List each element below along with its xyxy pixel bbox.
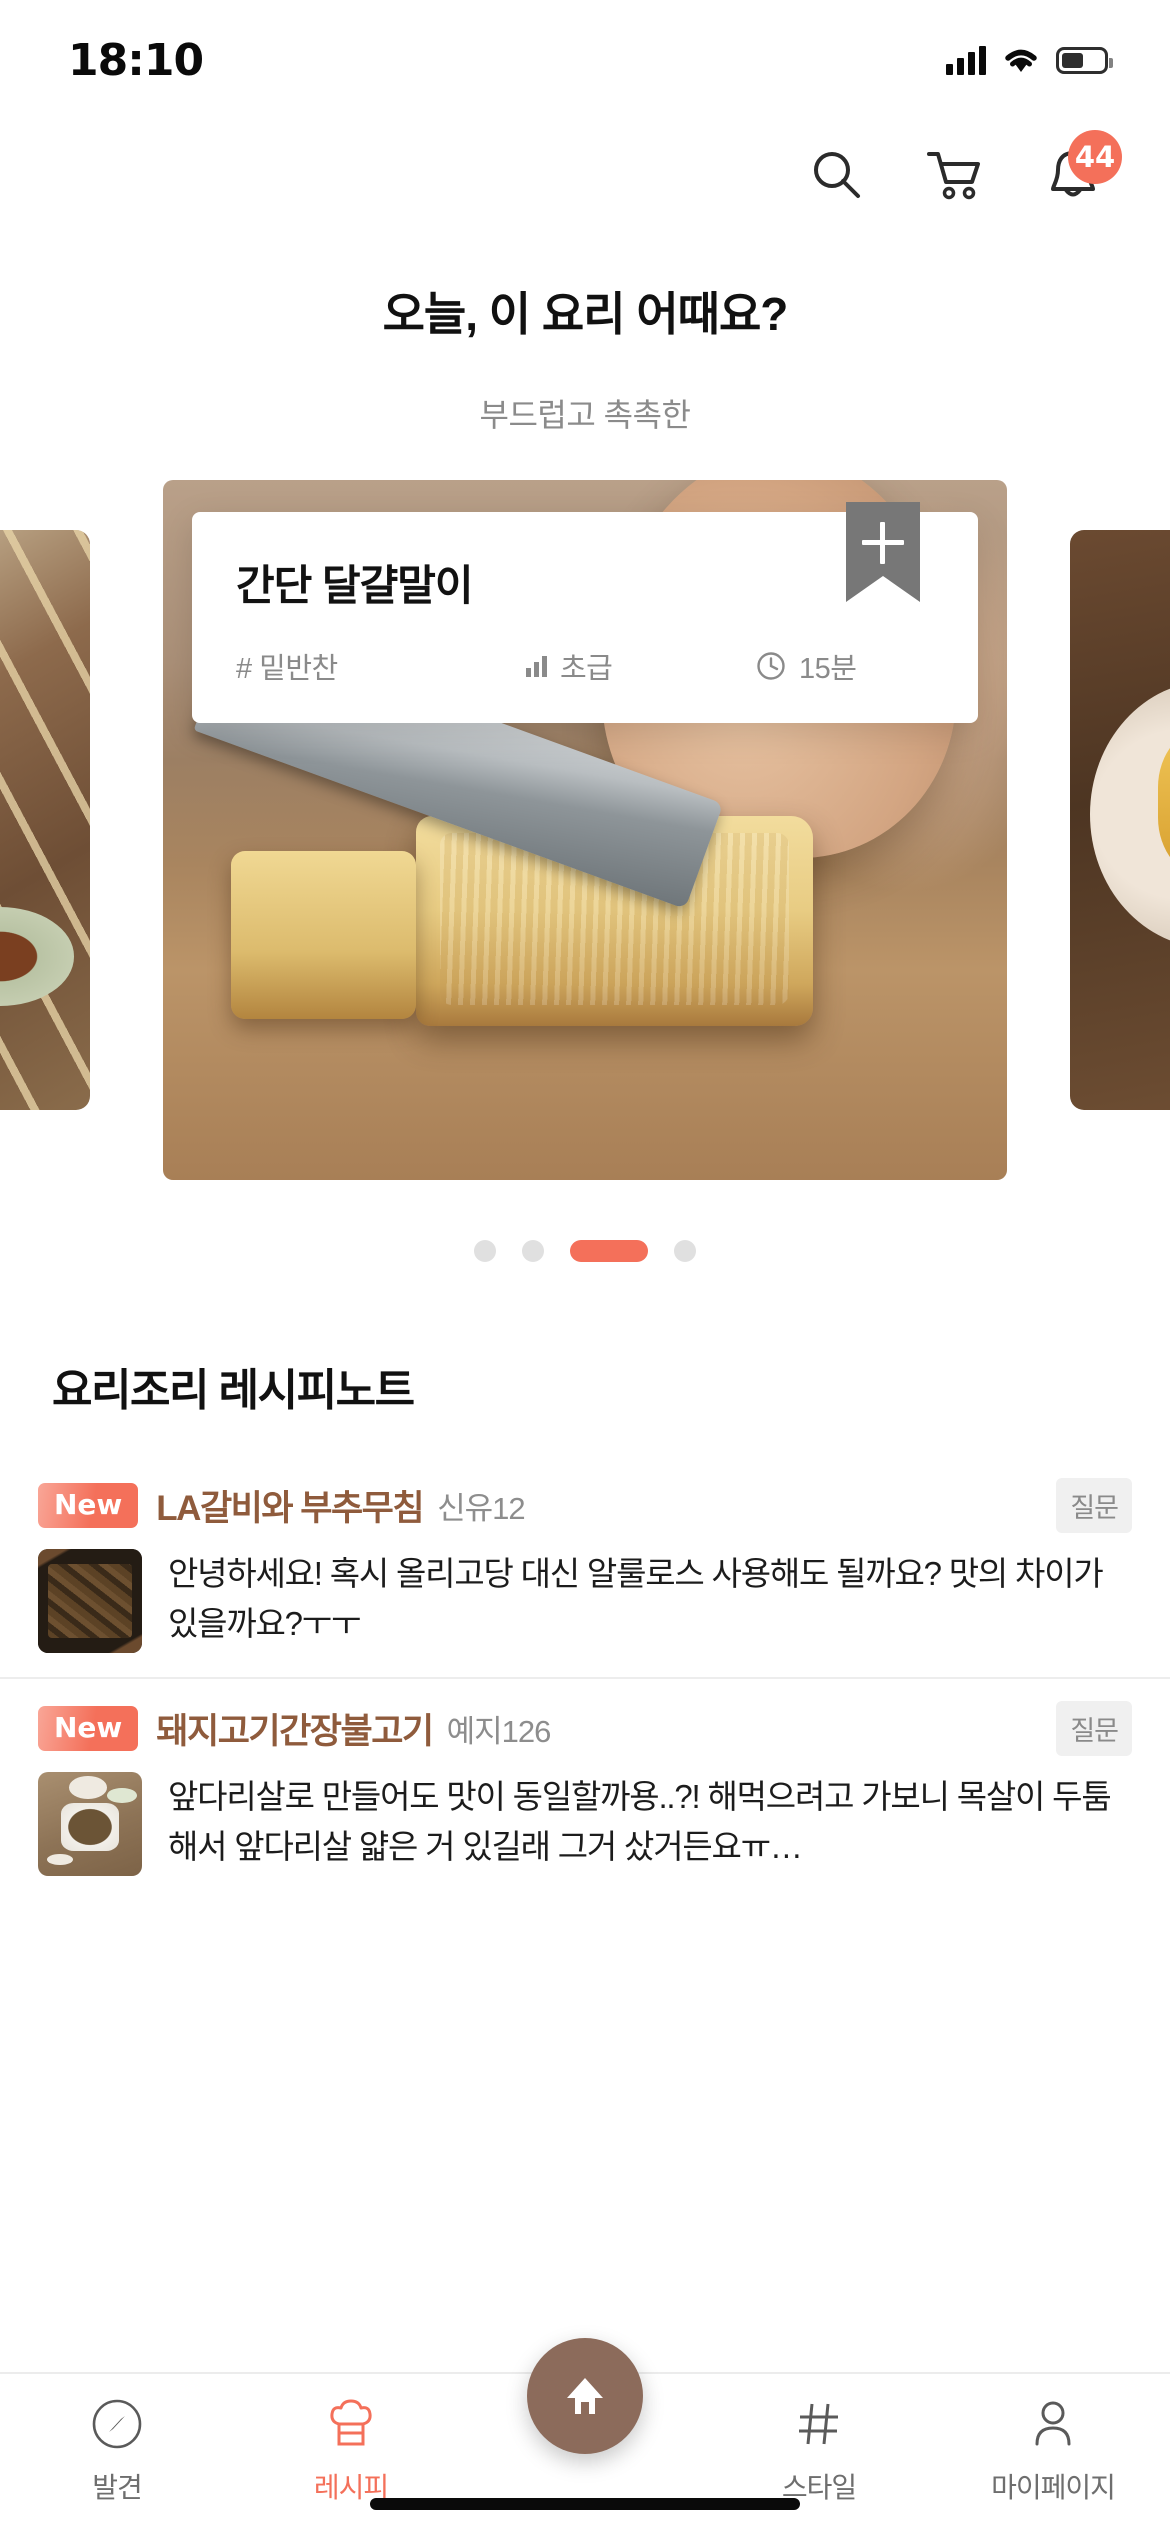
person-icon <box>1035 2401 1071 2446</box>
list-item-thumbnail <box>38 1549 142 1653</box>
recipe-time-label: 15분 <box>799 653 857 685</box>
status-indicators <box>946 45 1113 75</box>
recipe-meta: # 밑반찬 초급 15분 <box>236 645 934 687</box>
app-bar: 44 <box>0 120 1170 230</box>
carousel-dot-active[interactable] <box>570 1240 648 1262</box>
photo-egg-slice <box>230 851 417 1019</box>
list-item-text: 안녕하세요! 혹시 올리고당 대신 알룰로스 사용해도 될까요? 맛의 차이가 … <box>168 1555 1104 1643</box>
tab-discover[interactable]: 발견 <box>0 2396 234 2506</box>
list-item-text: 앞다리살로 만들어도 맛이 동일할까용..?! 해먹으려고 가보니 목살이 두툼… <box>168 1778 1112 1866</box>
status-bar: 18:10 <box>0 0 1170 120</box>
tab-label: 발견 <box>92 2472 143 2503</box>
cellular-signal-icon <box>946 45 986 75</box>
home-indicator <box>370 2498 800 2510</box>
recipe-difficulty: 초급 <box>526 645 756 687</box>
featured-recipe-card[interactable]: 간단 달걀말이 # 밑반찬 초급 15분 <box>192 502 978 723</box>
recipe-photo <box>1070 530 1170 1110</box>
list-item-tag: 질문 <box>1056 1701 1132 1756</box>
list-item-body: 안녕하세요! 혹시 올리고당 대신 알룰로스 사용해도 될까요? 맛의 차이가 … <box>38 1539 1132 1677</box>
battery-icon <box>1056 46 1113 74</box>
difficulty-icon <box>526 655 547 677</box>
tab-label: 마이페이지 <box>991 2472 1116 2503</box>
list-item-author: 신유12 <box>437 1491 526 1526</box>
compass-icon <box>92 2399 142 2449</box>
carousel-dot[interactable] <box>474 1240 496 1262</box>
chef-hat-icon <box>330 2399 372 2446</box>
recipe-photo <box>0 530 90 1110</box>
status-time: 18:10 <box>68 34 204 86</box>
recipe-difficulty-label: 초급 <box>560 653 613 685</box>
tab-recipe[interactable]: 레시피 <box>234 2396 468 2506</box>
page-subtitle: 부드럽고 촉촉한 <box>479 397 691 433</box>
list-item-tag: 질문 <box>1056 1478 1132 1533</box>
list-item-header: New LA갈비와 부추무침 신유12 질문 <box>38 1456 1132 1539</box>
new-badge: New <box>38 1706 139 1751</box>
section-heading: 요리조리 레시피노트 <box>52 1366 415 1415</box>
notifications-bell-icon[interactable]: 44 <box>1042 130 1122 206</box>
carousel-slide-next[interactable] <box>1070 530 1170 1110</box>
recipe-time: 15분 <box>756 645 857 687</box>
list-item-header: New 돼지고기간장불고기 예지126 질문 <box>38 1679 1132 1762</box>
tab-mypage[interactable]: 마이페이지 <box>936 2396 1170 2506</box>
list-item-thumbnail <box>38 1772 142 1876</box>
recipe-notes-list: New LA갈비와 부추무침 신유12 질문 안녕하세요! 혹시 올리고당 대신… <box>0 1456 1170 1900</box>
page-title: 오늘, 이 요리 어때요? <box>382 288 789 340</box>
list-item-title[interactable]: LA갈비와 부추무침 <box>156 1480 424 1531</box>
plus-icon <box>862 522 904 564</box>
list-item[interactable]: New 돼지고기간장불고기 예지126 질문 앞다리살로 만들어도 맛이 동일할… <box>0 1677 1170 1900</box>
hash-icon <box>799 2403 838 2445</box>
carousel-pagination[interactable] <box>0 1240 1170 1262</box>
home-fab-button[interactable] <box>527 2338 643 2454</box>
recipe-category: # 밑반찬 <box>236 645 526 687</box>
cart-icon[interactable] <box>924 144 986 206</box>
new-badge: New <box>38 1483 139 1528</box>
list-item-author: 예지126 <box>446 1714 552 1749</box>
bottom-navigation: 발견 레시피 스타일 마이페이지 <box>0 2338 1170 2532</box>
notification-badge: 44 <box>1068 130 1122 184</box>
carousel-slide-previous[interactable] <box>0 530 90 1110</box>
list-item[interactable]: New LA갈비와 부추무침 신유12 질문 안녕하세요! 혹시 올리고당 대신… <box>0 1456 1170 1677</box>
carousel-dot[interactable] <box>522 1240 544 1262</box>
recipe-category-label: # 밑반찬 <box>236 653 338 685</box>
list-item-body: 앞다리살로 만들어도 맛이 동일할까용..?! 해먹으려고 가보니 목살이 두툼… <box>38 1762 1132 1900</box>
list-item-title[interactable]: 돼지고기간장불고기 <box>156 1703 434 1754</box>
carousel-dot[interactable] <box>674 1240 696 1262</box>
tab-style[interactable]: 스타일 <box>702 2396 936 2506</box>
home-icon <box>567 2378 603 2414</box>
search-icon[interactable] <box>806 144 868 206</box>
recipe-title: 간단 달걀말이 <box>236 562 474 609</box>
clock-icon <box>757 652 785 680</box>
wifi-icon <box>1005 49 1037 72</box>
